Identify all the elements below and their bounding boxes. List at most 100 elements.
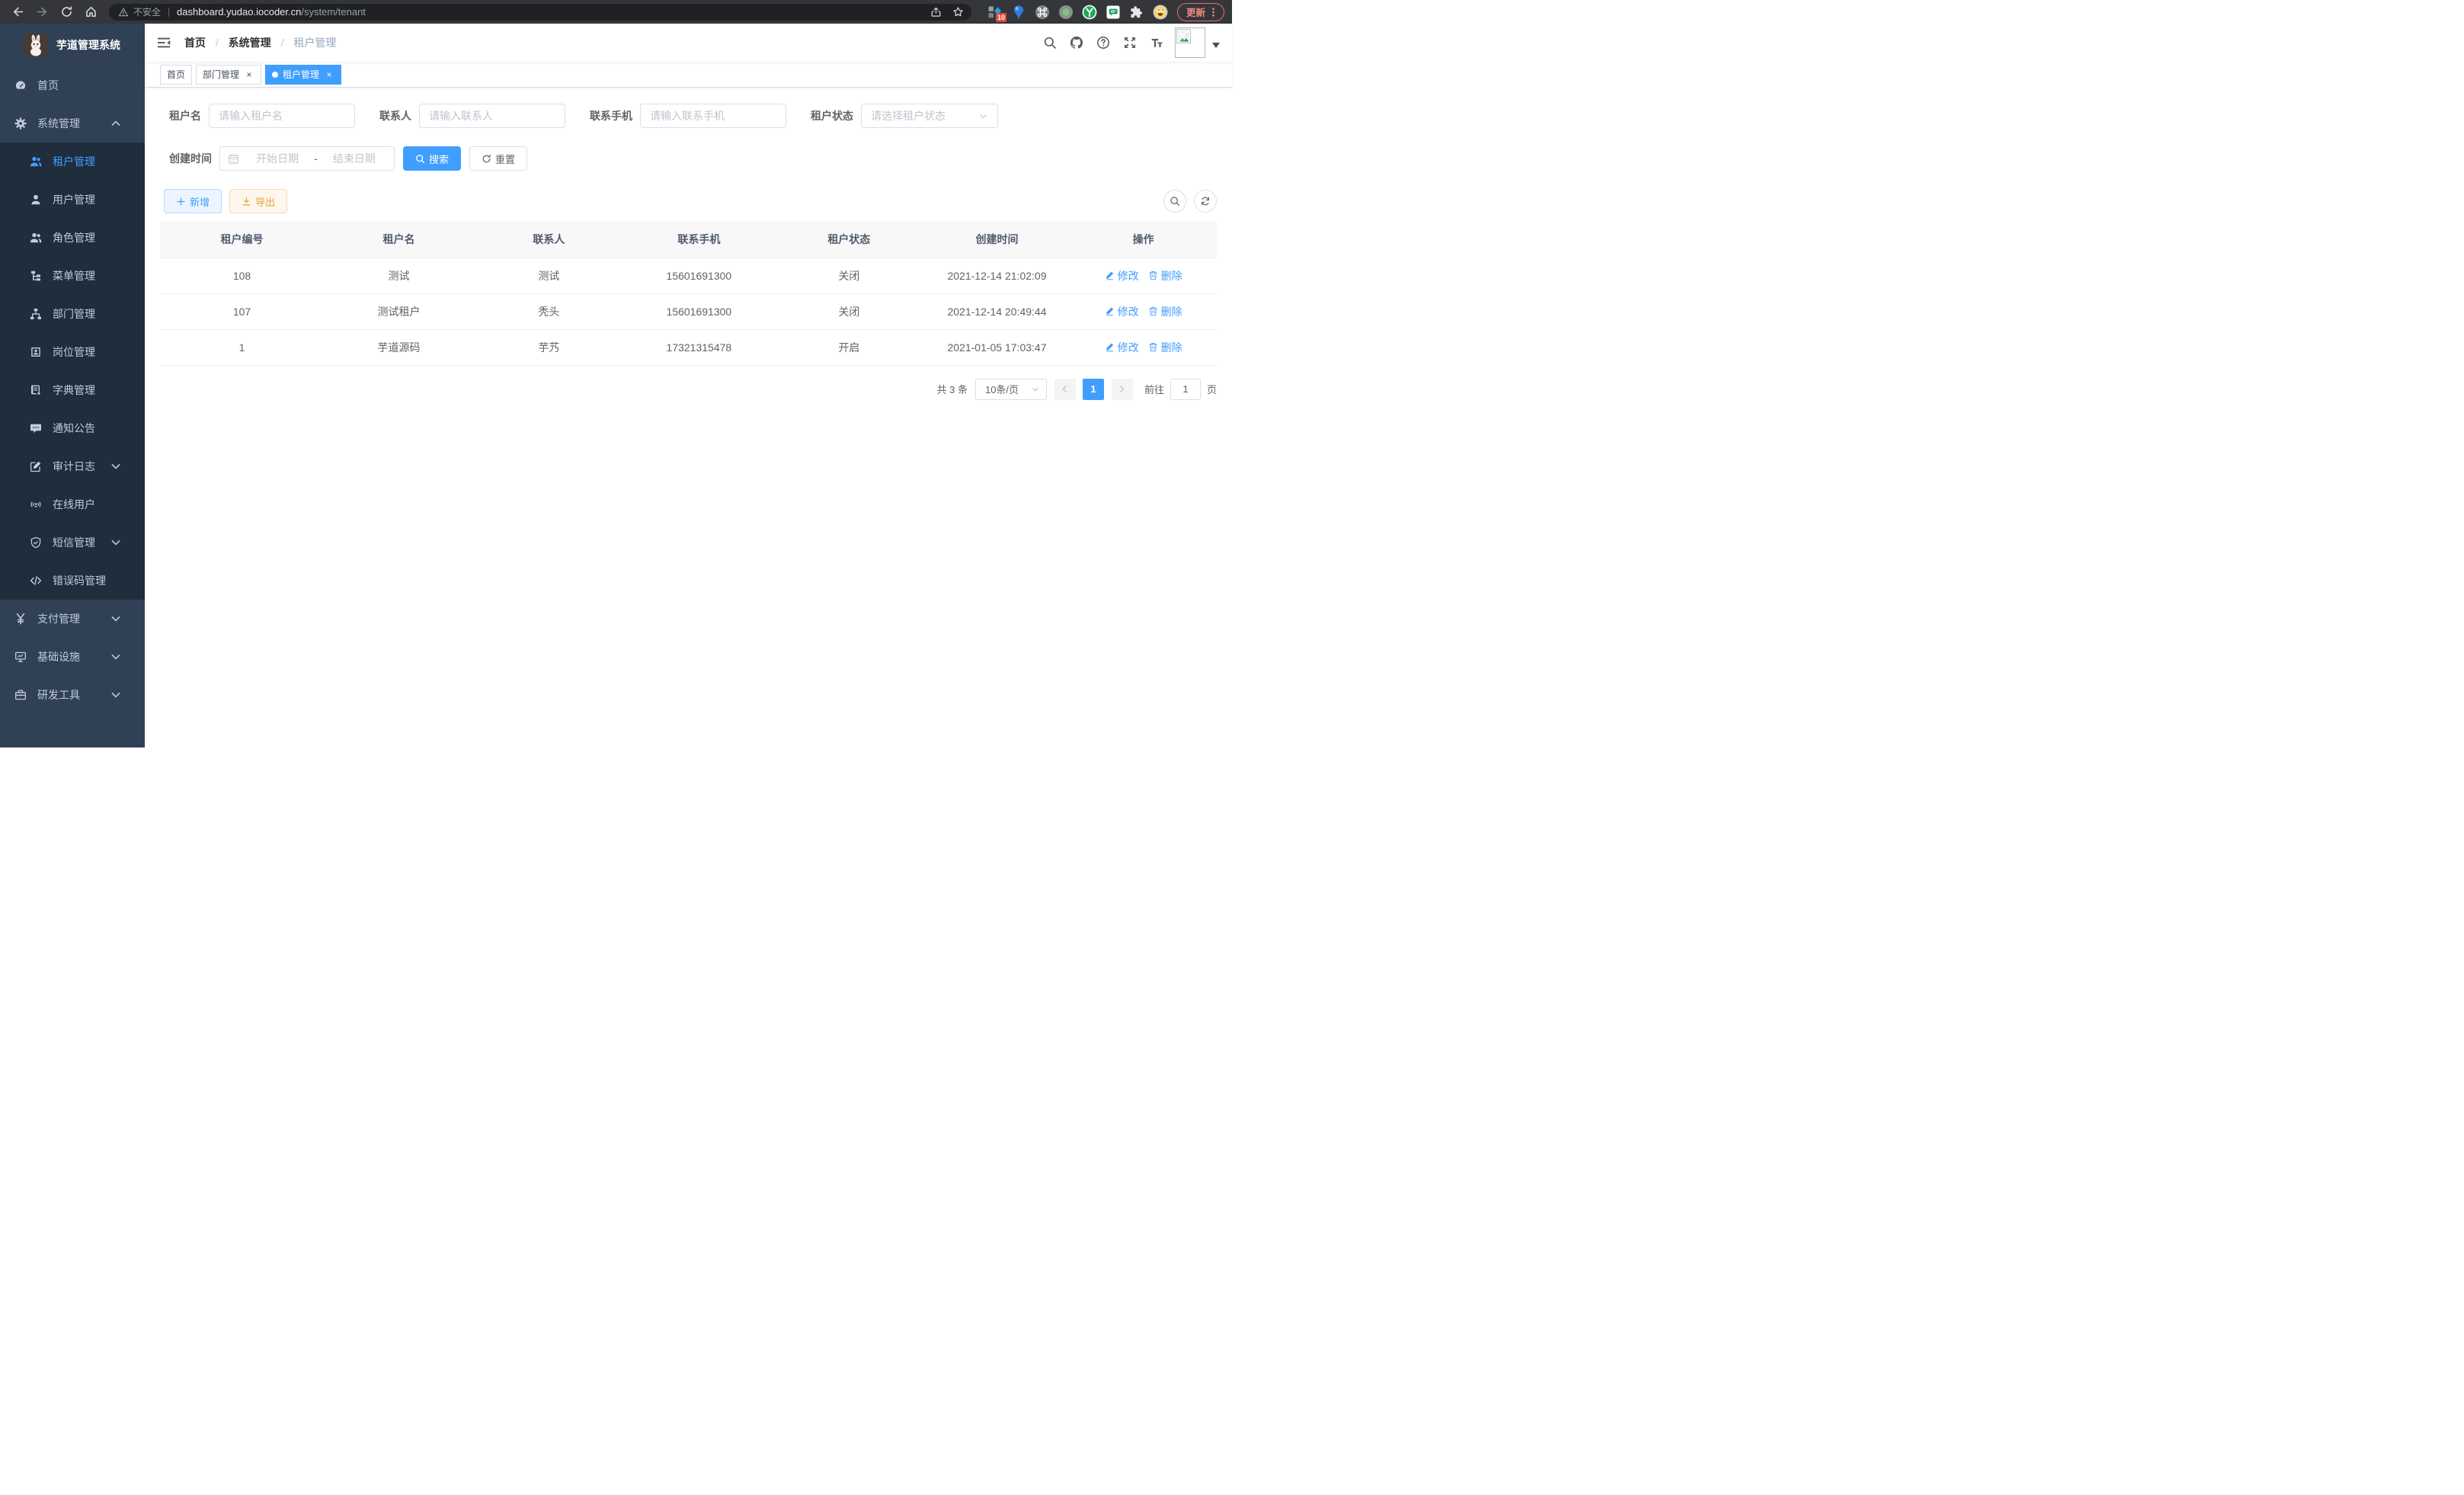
chevron-down-icon — [110, 689, 122, 701]
share-icon[interactable] — [930, 6, 942, 18]
security-label[interactable]: 不安全 — [133, 5, 161, 18]
code-icon — [30, 575, 42, 587]
sidebar-item[interactable]: 菜单管理 — [0, 257, 145, 295]
tag-close-icon[interactable]: × — [244, 69, 254, 80]
column-header: 联系人 — [474, 221, 624, 258]
sidebar-item[interactable]: 角色管理 — [0, 219, 145, 257]
avatar-dropdown-caret-icon[interactable] — [1212, 43, 1220, 52]
tenant-table: 租户编号租户名联系人联系手机租户状态创建时间操作 108测试测试15601691… — [160, 221, 1217, 366]
browser-back-icon[interactable] — [11, 5, 24, 18]
cell-contact: 芋艿 — [474, 329, 624, 365]
page-number-1[interactable]: 1 — [1083, 379, 1104, 400]
refresh-table-button[interactable] — [1194, 190, 1217, 213]
command-ext-icon[interactable] — [1035, 5, 1050, 20]
address-bar[interactable]: 不安全 dashboard.yudao.iocoder.cn/system/te… — [109, 4, 971, 21]
tag-item[interactable]: 部门管理× — [196, 65, 261, 85]
table-toolbar: 新增 导出 — [160, 189, 1217, 213]
github-icon[interactable] — [1070, 36, 1083, 50]
delete-link[interactable]: 删除 — [1148, 304, 1182, 319]
breadcrumb-system[interactable]: 系统管理 — [229, 37, 271, 49]
tag-active[interactable]: 租户管理× — [265, 65, 341, 85]
balloon-ext-icon[interactable] — [1011, 5, 1026, 20]
header-search-icon[interactable] — [1043, 36, 1057, 50]
reset-button[interactable]: 重置 — [469, 146, 527, 171]
sidebar-item[interactable]: 在线用户 — [0, 485, 145, 523]
sidebar-item[interactable]: 短信管理 — [0, 523, 145, 562]
sidebar-item-label: 部门管理 — [53, 306, 95, 322]
goto-page-input[interactable]: 1 — [1170, 379, 1201, 400]
tenant-name-input[interactable]: 请输入租户名 — [209, 104, 355, 128]
sidebar-item[interactable]: 基础设施 — [0, 638, 145, 676]
cell-id: 107 — [160, 293, 324, 329]
sidebar-item[interactable]: 通知公告 — [0, 409, 145, 447]
not-secure-warning-icon — [118, 7, 129, 18]
blocker-ext-icon[interactable]: 10 — [987, 5, 1003, 20]
fullscreen-icon[interactable] — [1123, 36, 1137, 50]
sidebar-item[interactable]: 错误码管理 — [0, 562, 145, 600]
search-button[interactable]: 搜索 — [403, 146, 461, 171]
status-label: 租户状态 — [811, 108, 853, 123]
start-date-placeholder: 开始日期 — [245, 151, 309, 166]
mobile-input[interactable]: 请输入联系手机 — [640, 104, 786, 128]
sidebar-item[interactable]: 审计日志 — [0, 447, 145, 485]
profile-emoji-icon[interactable] — [1153, 5, 1168, 20]
edit-link[interactable]: 修改 — [1105, 340, 1139, 355]
tag-label: 首页 — [167, 68, 185, 81]
next-page-button[interactable] — [1112, 379, 1133, 400]
sidebar-item-label: 错误码管理 — [53, 573, 106, 588]
app-logo-row[interactable]: 芋道管理系统 — [0, 24, 145, 66]
sidebar-item[interactable]: 用户管理 — [0, 181, 145, 219]
page-size-select[interactable]: 10条/页 — [975, 379, 1047, 400]
sidebar-item[interactable]: 岗位管理 — [0, 333, 145, 371]
yudao-ext-icon[interactable] — [1082, 5, 1097, 20]
sidebar-item[interactable]: 部门管理 — [0, 295, 145, 333]
active-tag-dot — [272, 72, 278, 78]
toggle-search-button[interactable] — [1163, 190, 1186, 213]
browser-home-icon[interactable] — [85, 5, 98, 18]
browser-reload-icon[interactable] — [60, 5, 73, 18]
chat-ext-icon[interactable] — [1106, 5, 1121, 20]
contact-label: 联系人 — [379, 108, 411, 123]
sidebar-item[interactable]: 支付管理 — [0, 600, 145, 638]
tag-close-icon[interactable]: × — [324, 69, 334, 80]
refresh-icon — [482, 154, 491, 164]
create-time-range-picker[interactable]: 开始日期 - 结束日期 — [219, 146, 395, 171]
sidebar-item-label: 租户管理 — [53, 154, 95, 169]
pagination-total: 共 3 条 — [937, 382, 968, 396]
status-select[interactable]: 请选择租户状态 — [861, 104, 998, 128]
edit-link[interactable]: 修改 — [1105, 304, 1139, 319]
prev-page-button[interactable] — [1054, 379, 1076, 400]
sidebar-item[interactable]: 字典管理 — [0, 371, 145, 409]
add-button[interactable]: 新增 — [164, 189, 222, 213]
cell-mobile: 17321315478 — [624, 329, 774, 365]
cell-mobile: 15601691300 — [624, 258, 774, 293]
user-avatar[interactable] — [1175, 27, 1205, 58]
chevron-down-icon — [110, 460, 122, 472]
page-url[interactable]: dashboard.yudao.iocoder.cn/system/tenant — [177, 6, 366, 18]
cell-actions: 修改删除 — [1070, 329, 1217, 365]
sidebar-item[interactable]: 首页 — [0, 66, 145, 104]
font-size-icon[interactable] — [1150, 36, 1163, 50]
puzzle-icon[interactable] — [1129, 5, 1144, 20]
tag-item[interactable]: 首页 — [160, 65, 192, 85]
gear-icon — [14, 117, 27, 130]
edit-link[interactable]: 修改 — [1105, 268, 1139, 283]
help-question-icon[interactable] — [1096, 36, 1110, 50]
bookmark-star-icon[interactable] — [952, 6, 964, 18]
browser-update-button[interactable]: 更新 — [1177, 3, 1224, 21]
sidebar-item-label: 研发工具 — [37, 687, 80, 703]
browser-forward-icon[interactable] — [36, 5, 49, 18]
sidebar-collapse-icon[interactable] — [156, 35, 171, 50]
browser-menu-dots-icon[interactable] — [1208, 7, 1218, 18]
recorder-ext-icon[interactable] — [1058, 5, 1074, 20]
sidebar-item[interactable]: 租户管理 — [0, 142, 145, 181]
delete-link[interactable]: 删除 — [1148, 340, 1182, 355]
export-button[interactable]: 导出 — [229, 189, 287, 213]
delete-link[interactable]: 删除 — [1148, 268, 1182, 283]
tenant-name-label: 租户名 — [169, 108, 201, 123]
contact-input[interactable]: 请输入联系人 — [419, 104, 565, 128]
breadcrumb-home[interactable]: 首页 — [184, 37, 206, 49]
sidebar-item-label: 短信管理 — [53, 535, 95, 550]
sidebar-item[interactable]: 系统管理 — [0, 104, 145, 142]
sidebar-item[interactable]: 研发工具 — [0, 676, 145, 714]
